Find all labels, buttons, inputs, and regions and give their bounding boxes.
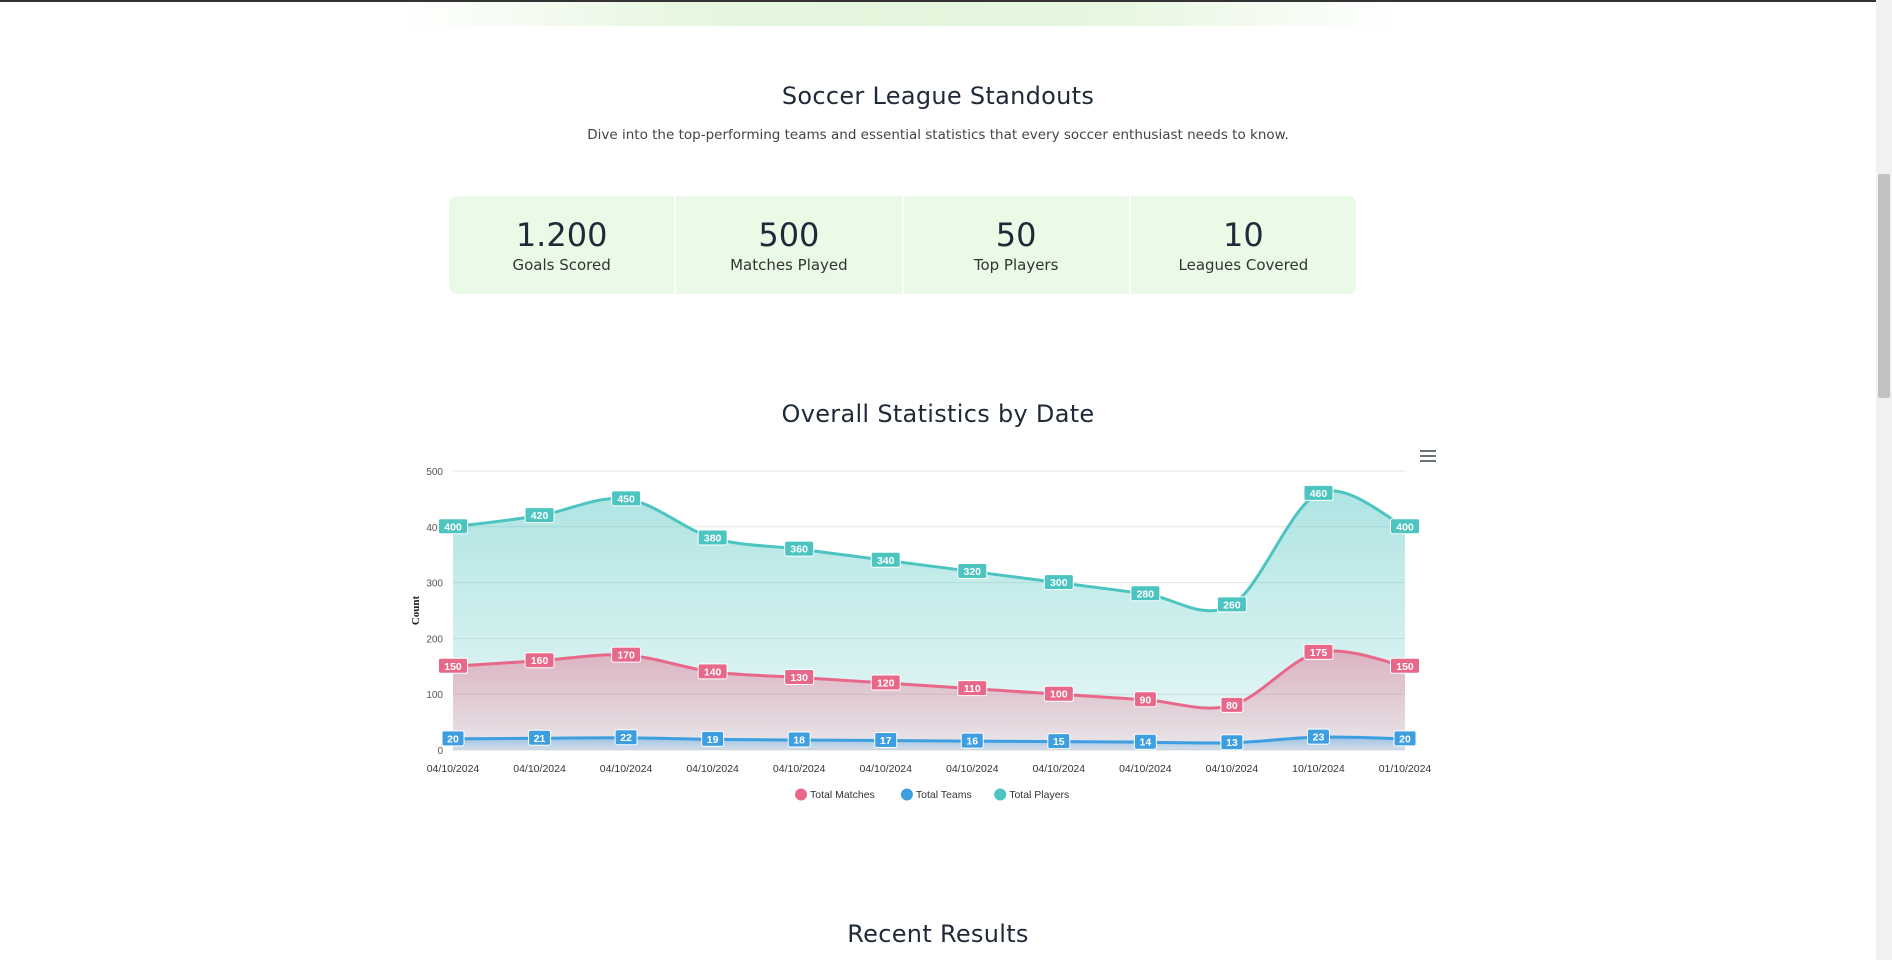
x-tick-label: 04/10/2024: [686, 763, 739, 775]
data-label: 450: [617, 493, 635, 505]
data-label: 320: [964, 566, 982, 578]
banner-fade: [400, 2, 1400, 26]
x-tick-label: 04/10/2024: [773, 763, 826, 775]
x-tick-label: 04/10/2024: [1206, 763, 1259, 775]
data-label: 21: [534, 733, 546, 745]
recent-results-title: Recent Results: [847, 920, 1029, 948]
data-label: 280: [1137, 588, 1155, 600]
data-label: 360: [790, 544, 808, 556]
stat-card-leagues: 10 Leagues Covered: [1130, 196, 1356, 294]
legend-marker-players: [994, 788, 1007, 801]
chart-canvas: 0 100 200 300 400 500 Count 400 420 450 380 360 340 3…: [410, 467, 1432, 801]
data-label: 170: [617, 650, 635, 662]
x-tick-label: 04/10/2024: [513, 763, 566, 775]
standouts-title: Soccer League Standouts: [781, 82, 1095, 110]
stat-value: 1.200: [515, 216, 608, 254]
data-label: 80: [1226, 700, 1238, 712]
stat-label: Top Players: [973, 256, 1059, 274]
legend-label-players: Total Players: [1009, 789, 1069, 801]
y-tick-label: 300: [426, 579, 443, 590]
data-label: 110: [964, 683, 981, 695]
stat-card-players: 50 Top Players: [903, 196, 1131, 294]
stat-value: 500: [758, 216, 820, 254]
x-tick-label: 04/10/2024: [1119, 763, 1172, 775]
standouts-subtitle: Dive into the top-performing teams and e…: [587, 127, 1289, 143]
y-tick-label: 500: [426, 467, 443, 478]
data-label: 300: [1050, 577, 1068, 589]
scrollbar-thumb[interactable]: [1878, 174, 1890, 398]
data-label: 150: [444, 661, 462, 673]
data-label: 18: [793, 734, 805, 746]
overall-stats-chart: 0 100 200 300 400 500 Count 400 420 450 380 360 340 3…: [400, 440, 1450, 810]
stat-label: Goals Scored: [512, 256, 611, 274]
data-label: 90: [1140, 694, 1152, 706]
data-label: 100: [1050, 689, 1068, 701]
data-label: 19: [707, 734, 719, 746]
data-label: 140: [704, 666, 722, 678]
stat-card-goals: 1.200 Goals Scored: [449, 196, 677, 294]
x-tick-label: 04/10/2024: [600, 763, 653, 775]
x-tick-label: 01/10/2024: [1379, 763, 1432, 775]
stats-panel: 1.200 Goals Scored 500 Matches Played 50…: [449, 196, 1356, 294]
data-label: 17: [880, 735, 892, 747]
data-label: 260: [1223, 599, 1241, 611]
x-tick-label: 04/10/2024: [1033, 763, 1086, 775]
data-label: 400: [1396, 521, 1414, 533]
data-label: 175: [1310, 647, 1328, 659]
stat-label: Matches Played: [730, 256, 848, 274]
x-tick-label: 04/10/2024: [946, 763, 999, 775]
data-label: 460: [1310, 488, 1328, 500]
x-tick-label: 04/10/2024: [859, 763, 912, 775]
data-label: 14: [1140, 737, 1152, 749]
data-label: 160: [531, 655, 549, 667]
x-tick-label: 04/10/2024: [427, 763, 480, 775]
stat-value: 50: [995, 216, 1037, 254]
data-label: 130: [790, 672, 808, 684]
legend-label-matches: Total Matches: [810, 789, 875, 801]
page-scrollbar[interactable]: [1876, 0, 1892, 960]
y-axis-label: Count: [410, 595, 422, 625]
data-label: 22: [620, 732, 632, 744]
legend-marker-matches: [795, 788, 807, 801]
hamburger-menu-icon[interactable]: [1418, 447, 1438, 463]
stat-card-matches: 500 Matches Played: [676, 196, 904, 294]
data-label: 15: [1053, 736, 1065, 748]
overall-stats-title: Overall Statistics by Date: [781, 400, 1095, 428]
data-label: 120: [877, 678, 895, 690]
legend-label-teams: Total Teams: [916, 789, 972, 801]
data-label: 16: [966, 736, 978, 748]
data-label: 340: [877, 555, 895, 567]
legend-marker-teams: [900, 788, 913, 801]
stat-value: 10: [1223, 216, 1264, 254]
y-tick-label: 200: [426, 634, 443, 645]
y-tick-label: 0: [437, 746, 443, 757]
x-tick-label: 10/10/2024: [1292, 763, 1345, 775]
data-label: 20: [1399, 733, 1411, 745]
y-tick-label: 100: [426, 690, 443, 701]
data-label: 420: [531, 510, 549, 522]
stat-label: Leagues Covered: [1178, 256, 1309, 274]
data-label: 400: [444, 521, 462, 533]
data-label: 13: [1226, 737, 1238, 749]
data-label: 20: [447, 733, 459, 745]
data-label: 23: [1313, 732, 1325, 744]
data-label: 150: [1396, 661, 1414, 673]
data-label: 380: [704, 532, 722, 544]
